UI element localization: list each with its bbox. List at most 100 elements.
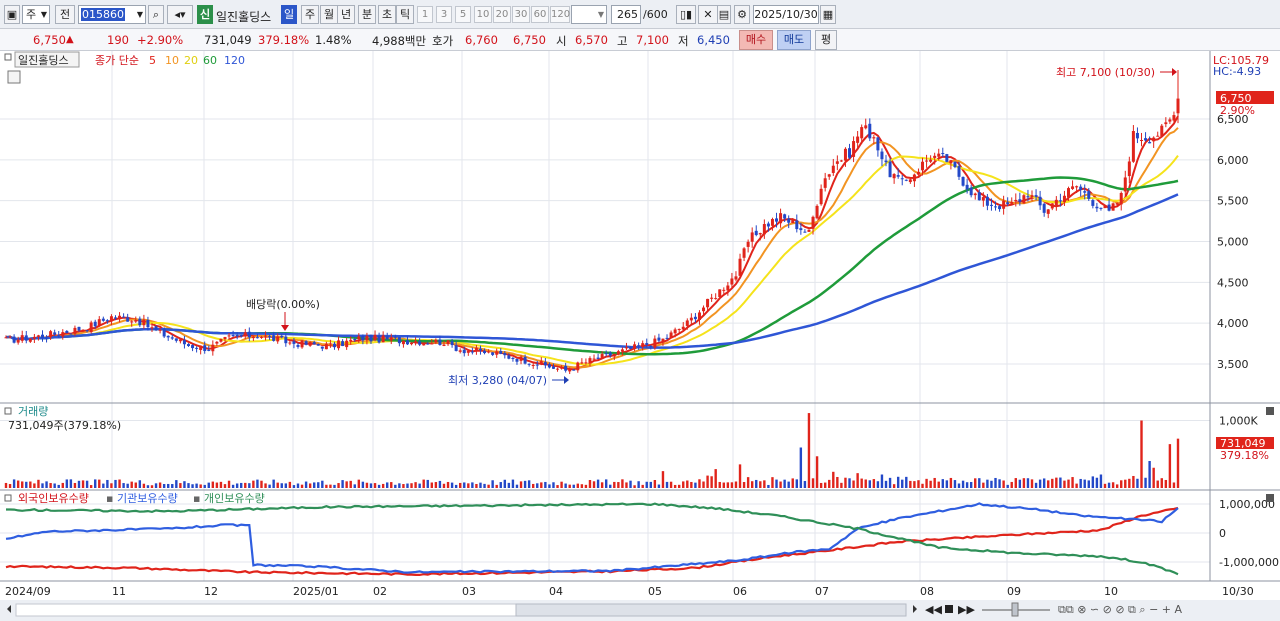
- candle-body: [685, 320, 689, 326]
- date-input[interactable]: 2025/10/30: [753, 5, 819, 24]
- candle-body: [1095, 206, 1099, 209]
- ma60-label[interactable]: 60: [203, 54, 217, 67]
- volume-bar: [73, 482, 77, 488]
- minute-button-5[interactable]: 5: [455, 6, 471, 23]
- volume-bar: [503, 479, 507, 488]
- period-button-2[interactable]: 월: [320, 5, 338, 24]
- panel-close-icon[interactable]: [1266, 407, 1274, 415]
- y-tick-label: 3,500: [1217, 358, 1249, 371]
- volume-bar: [645, 481, 648, 488]
- crosshair-icon[interactable]: ✕: [698, 5, 718, 24]
- volume-title: 거래량: [18, 405, 48, 418]
- scroll-thumb[interactable]: [515, 603, 907, 617]
- calendar-icon[interactable]: ▦: [820, 5, 836, 24]
- minute-button-120[interactable]: 120: [550, 6, 570, 23]
- volume-bar: [235, 483, 239, 488]
- minute-button-3[interactable]: 3: [436, 6, 452, 23]
- speaker-icon[interactable]: ◂▾: [167, 5, 193, 24]
- buy-button[interactable]: 매수: [739, 30, 773, 50]
- search-icon[interactable]: ⌕: [148, 5, 164, 24]
- grid-toggle-icon[interactable]: [7, 70, 21, 84]
- x-tick-label-last: 10/30: [1222, 585, 1254, 598]
- candle-body: [1062, 195, 1066, 203]
- candle-body: [1042, 203, 1046, 213]
- candle-body: [118, 315, 122, 320]
- minute-button-20[interactable]: 20: [493, 6, 511, 23]
- volume-bar: [1103, 483, 1107, 488]
- volume-bar: [422, 479, 425, 488]
- prev-button[interactable]: 전: [55, 5, 75, 24]
- volume-bar: [1059, 477, 1062, 488]
- volume-bar: [390, 482, 393, 488]
- volume-bar: [446, 481, 450, 488]
- candle-body: [446, 340, 450, 345]
- tool-icons[interactable]: ⧉⧉ ⊗ ∽ ⊘ ⊘ ⧉ ⌕ − + A: [1058, 603, 1182, 616]
- volume-bar: [913, 481, 916, 488]
- chart-area[interactable]: 2024/09 11 12 2025/01 02 03 04 05 06 07 08 09 10 10/3…: [0, 51, 1280, 621]
- rewind-icon[interactable]: ◀◀: [925, 603, 942, 616]
- eval-button[interactable]: 평: [815, 30, 837, 50]
- zoom-slider-handle[interactable]: [1011, 602, 1019, 617]
- ma120-label[interactable]: 120: [224, 54, 245, 67]
- candle-body: [1026, 196, 1030, 198]
- ma20-label[interactable]: 20: [184, 54, 198, 67]
- minute-button-30[interactable]: 30: [512, 6, 530, 23]
- layout-icon[interactable]: ▣: [4, 5, 20, 24]
- gear-icon[interactable]: ⚙: [734, 5, 750, 24]
- candle-body: [649, 345, 653, 347]
- candle-body: [677, 328, 681, 330]
- stock-code-input[interactable]: 015860 ▼: [78, 5, 146, 24]
- candle-body: [296, 344, 300, 347]
- volume-bar: [519, 481, 523, 488]
- ma5-label[interactable]: 5: [149, 54, 156, 67]
- market-label: 주: [26, 8, 37, 21]
- candle-type-icon[interactable]: ▯▮: [676, 5, 696, 24]
- candle-body: [1115, 203, 1119, 205]
- volume-bar: [982, 482, 985, 488]
- stop-icon[interactable]: [945, 605, 953, 613]
- change-value: 190: [107, 33, 129, 47]
- period-button-3[interactable]: 년: [337, 5, 355, 24]
- scroll-track[interactable]: [15, 603, 517, 617]
- volume-bar: [767, 484, 770, 488]
- panel-close-icon[interactable]: [1266, 494, 1274, 502]
- x-tick-label: 08: [920, 585, 934, 598]
- candle-body: [353, 339, 357, 341]
- volume-value: 731,049: [204, 33, 252, 47]
- candle-body: [637, 345, 641, 347]
- volume-bar: [183, 481, 186, 488]
- minute-button-10[interactable]: 10: [474, 6, 492, 23]
- market-select[interactable]: 주 ▼: [22, 5, 50, 24]
- candle-body: [219, 338, 223, 342]
- ma10-label[interactable]: 10: [165, 54, 179, 67]
- interval-select[interactable]: ▼: [571, 5, 607, 24]
- save-icon[interactable]: ▤: [717, 5, 731, 24]
- candle-body: [178, 339, 182, 342]
- volume-bar: [953, 480, 957, 488]
- minute-button-1[interactable]: 1: [417, 6, 433, 23]
- period-button-0[interactable]: 일: [281, 5, 297, 24]
- candle-body: [807, 229, 811, 232]
- candle-body: [1079, 186, 1083, 190]
- candle-body: [823, 178, 827, 188]
- candle-body: [933, 155, 937, 158]
- candle-body: [122, 316, 126, 318]
- period-button-4[interactable]: 분: [358, 5, 376, 24]
- institution-holdings-label: 기관보유수량: [117, 492, 178, 505]
- candle-body: [438, 339, 442, 345]
- period-button-5[interactable]: 초: [378, 5, 396, 24]
- count-input[interactable]: 265: [611, 5, 641, 24]
- play-icon[interactable]: ▶▶: [958, 603, 975, 616]
- candle-body: [941, 153, 945, 155]
- candle-body: [819, 188, 823, 205]
- period-button-1[interactable]: 주: [301, 5, 319, 24]
- candle-body: [1160, 125, 1164, 136]
- candle-body: [1054, 199, 1058, 206]
- sell-button[interactable]: 매도: [777, 30, 811, 50]
- candle-body: [495, 351, 499, 355]
- volume-bar: [718, 481, 721, 488]
- candle-body: [892, 174, 896, 179]
- volume-bar: [828, 479, 831, 488]
- minute-button-60[interactable]: 60: [531, 6, 549, 23]
- period-button-6[interactable]: 틱: [396, 5, 414, 24]
